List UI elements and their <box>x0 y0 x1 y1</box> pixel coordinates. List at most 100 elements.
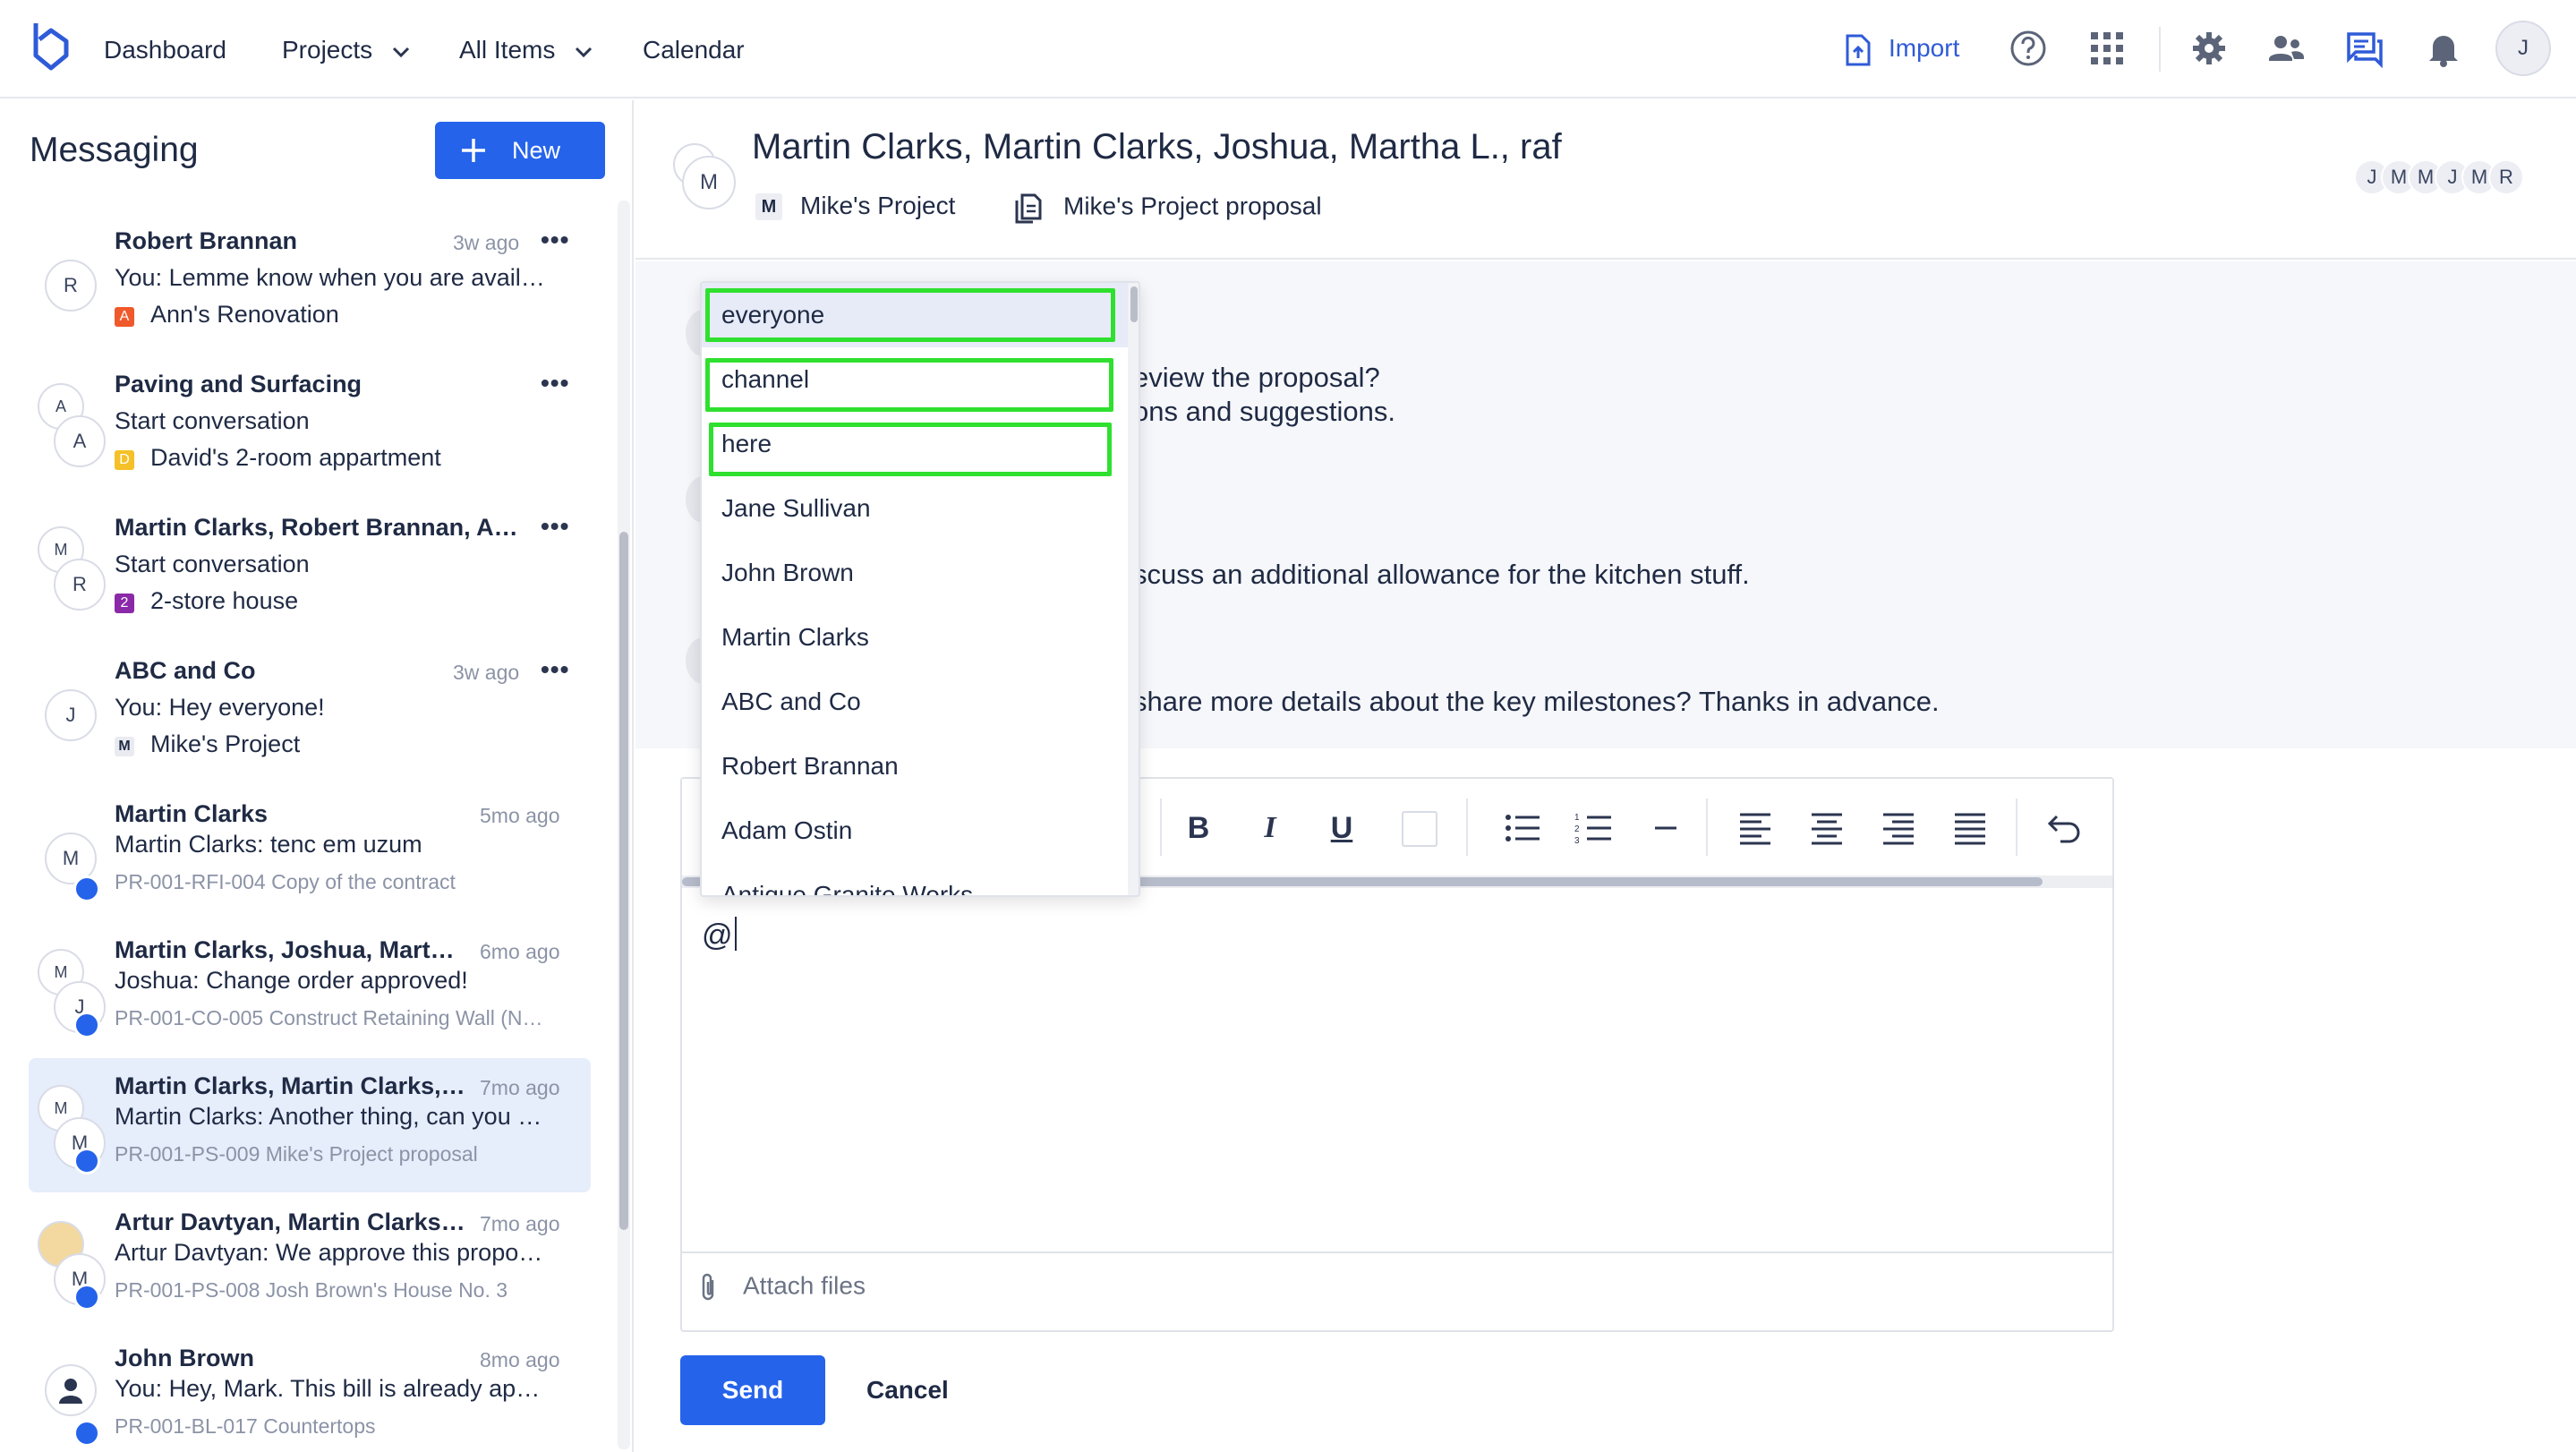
svg-text:2: 2 <box>1574 824 1580 834</box>
horizontal-rule-icon[interactable] <box>1643 806 1688 850</box>
scrollbar-thumb[interactable] <box>1130 286 1138 322</box>
conversation-preview: Joshua: Change order approved! <box>115 967 468 994</box>
conversation-preview: Artur Davtyan: We approve this propo… <box>115 1239 543 1266</box>
paperclip-icon <box>702 1273 714 1301</box>
scrollbar-thumb[interactable] <box>619 532 628 1230</box>
apps-grid-icon[interactable] <box>2086 27 2128 70</box>
thread-item-link[interactable]: Mike's Project proposal <box>1013 192 1322 224</box>
send-button[interactable]: Send <box>680 1355 825 1425</box>
documents-icon <box>1015 193 1042 224</box>
conversation-time: 3w ago <box>453 231 520 254</box>
thread-project-link[interactable]: M Mike's Project <box>755 192 955 220</box>
top-navigation: Dashboard Projects All Items Calendar Im… <box>0 0 2576 98</box>
messages-icon[interactable] <box>2343 27 2386 70</box>
conversation-name: John Brown <box>115 1345 254 1371</box>
text-color-button[interactable] <box>1402 811 1437 847</box>
mention-option-robert-brannan[interactable]: Robert Brannan <box>702 734 1128 799</box>
conversation-reference: PR-001-BL-017 Countertops <box>115 1414 376 1438</box>
align-justify-icon[interactable] <box>1948 806 1992 850</box>
avatar: J <box>45 689 97 741</box>
bold-button[interactable]: B <box>1176 806 1221 850</box>
italic-button[interactable]: I <box>1248 806 1292 850</box>
toolbar-divider <box>2016 799 2017 856</box>
avatar: R <box>45 260 97 312</box>
mention-scrollbar[interactable] <box>1128 283 1139 895</box>
nav-all-items[interactable]: All Items <box>459 32 593 68</box>
mention-option-john-brown[interactable]: John Brown <box>702 541 1128 605</box>
conversation-time: 8mo ago <box>480 1348 560 1371</box>
conversation-item[interactable]: J ABC and Co 3w ago ••• You: Hey everyon… <box>29 643 591 777</box>
chat-badge-icon <box>73 1148 100 1174</box>
user-avatar[interactable]: J <box>2495 21 2551 76</box>
conversation-item[interactable]: R Robert Brannan 3w ago ••• You: Lemme k… <box>29 213 591 347</box>
app-logo-icon[interactable] <box>30 20 72 73</box>
conversation-preview: Martin Clarks: Another thing, can you … <box>115 1103 542 1130</box>
conversation-project: M Mike's Project <box>115 730 300 758</box>
new-conversation-button[interactable]: New <box>435 122 605 179</box>
avatar: M <box>682 156 736 209</box>
conversation-item[interactable]: M R Martin Clarks, Robert Brannan, Ad… •… <box>29 500 591 634</box>
project-badge: 2 <box>115 594 134 613</box>
users-icon[interactable] <box>2265 27 2307 70</box>
nav-dashboard[interactable]: Dashboard <box>104 32 226 68</box>
conversation-project: 2 2-store house <box>115 587 298 615</box>
avatar <box>45 1364 97 1416</box>
nav-calendar[interactable]: Calendar <box>643 32 745 68</box>
mention-option-jane-sullivan[interactable]: Jane Sullivan <box>702 476 1128 541</box>
more-options-icon[interactable]: ••• <box>541 369 569 397</box>
avatar: A <box>54 415 106 467</box>
mention-option-adam-ostin[interactable]: Adam Ostin <box>702 799 1128 863</box>
conversation-project: A Ann's Renovation <box>115 301 339 329</box>
numbered-list-icon[interactable]: 12 3 <box>1572 806 1616 850</box>
mention-option-martin-clarks[interactable]: Martin Clarks <box>702 605 1128 670</box>
message-text: scuss an additional allowance for the ki… <box>1133 559 1750 590</box>
more-options-icon[interactable]: ••• <box>541 655 569 684</box>
mention-option-abc-and-co[interactable]: ABC and Co <box>702 670 1128 734</box>
message-text: eview the proposal? <box>1133 362 1380 393</box>
conversation-preview: You: Hey everyone! <box>115 694 325 721</box>
message-text: share more details about the key milesto… <box>1133 686 1940 717</box>
bell-icon[interactable] <box>2422 27 2465 70</box>
toolbar-divider <box>2159 27 2161 72</box>
conversation-item-active[interactable]: M M Martin Clarks, Martin Clarks, … 7mo … <box>29 1058 591 1192</box>
conversation-item[interactable]: John Brown 8mo ago You: Hey, Mark. This … <box>29 1330 591 1452</box>
nav-projects[interactable]: Projects <box>282 32 410 68</box>
sidebar-scrollbar[interactable] <box>618 201 630 1449</box>
underline-button[interactable]: U <box>1319 806 1364 850</box>
cancel-button[interactable]: Cancel <box>866 1355 949 1425</box>
mention-option-antique-granite-works[interactable]: Antique Granite Works <box>702 863 1128 895</box>
participant-avatar: R <box>2488 159 2524 195</box>
align-right-icon[interactable] <box>1876 806 1921 850</box>
project-badge: M <box>755 193 782 220</box>
conversation-item[interactable]: M Martin Clarks 5mo ago Martin Clarks: t… <box>29 786 591 920</box>
conversation-item[interactable]: M J Martin Clarks, Joshua, Marth… 6mo ag… <box>29 922 591 1056</box>
align-center-icon[interactable] <box>1804 806 1849 850</box>
attach-files-button[interactable]: Attach files <box>698 1271 866 1303</box>
conversation-reference: PR-001-CO-005 Construct Retaining Wall (… <box>115 1006 543 1029</box>
conversation-name: Martin Clarks <box>115 800 269 827</box>
conversation-item[interactable]: M Artur Davtyan, Martin Clarks, … 7mo ag… <box>29 1194 591 1328</box>
bullet-list-icon[interactable] <box>1500 806 1545 850</box>
messaging-sidebar: Messaging New R Robert Brannan 3w ago ••… <box>0 100 634 1452</box>
toolbar-divider <box>1706 799 1708 856</box>
conversation-preview: Martin Clarks: tenc em uzum <box>115 831 422 858</box>
align-left-icon[interactable] <box>1733 806 1778 850</box>
message-input[interactable]: @ <box>682 890 2112 1253</box>
more-options-icon[interactable]: ••• <box>541 226 569 254</box>
conversation-time: 5mo ago <box>480 804 560 827</box>
thread-header: M Martin Clarks, Martin Clarks, Joshua, … <box>635 100 2576 260</box>
project-badge: D <box>115 450 134 470</box>
message-input-text: @ <box>702 918 733 952</box>
more-options-icon[interactable]: ••• <box>541 512 569 541</box>
toolbar-divider <box>1160 799 1162 856</box>
undo-icon[interactable] <box>2043 806 2087 850</box>
conversation-item[interactable]: A A Paving and Surfacing ••• Start conve… <box>29 356 591 491</box>
help-icon[interactable] <box>2007 27 2050 70</box>
gear-icon[interactable] <box>2188 27 2231 70</box>
conversation-time: 7mo ago <box>480 1076 560 1099</box>
conversation-preview: You: Lemme know when you are avail… <box>115 264 545 291</box>
sidebar-title: Messaging <box>30 131 199 169</box>
import-button[interactable]: Import <box>1844 29 1959 68</box>
conversation-time: 6mo ago <box>480 940 560 963</box>
conversation-name: Artur Davtyan, Martin Clarks, … <box>115 1209 468 1235</box>
